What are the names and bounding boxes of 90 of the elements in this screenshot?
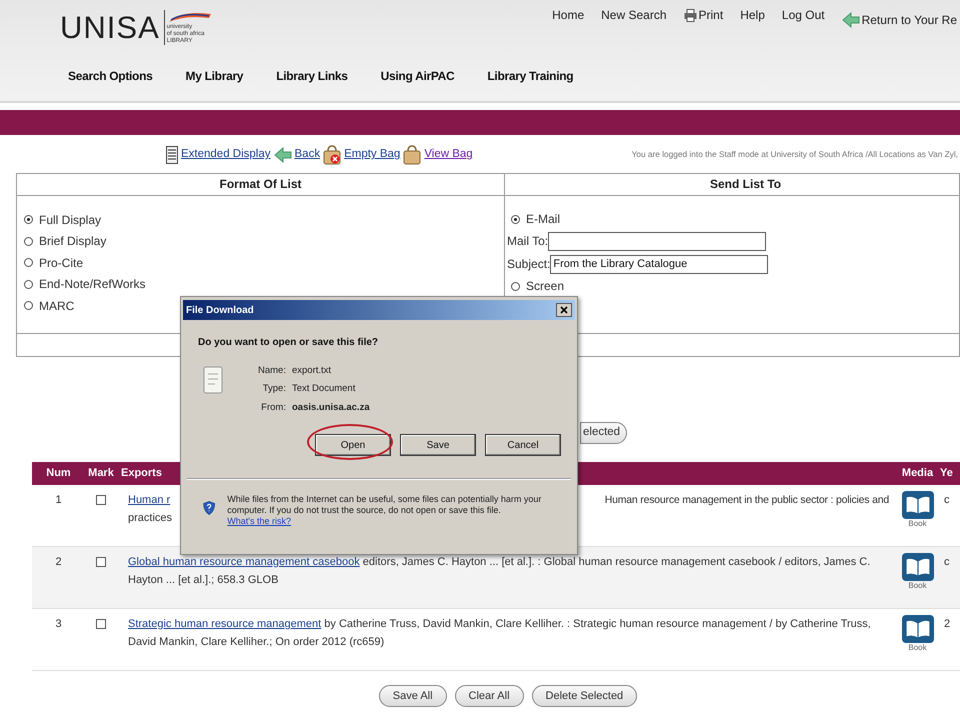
field-label: Mail To: [507,233,548,250]
left-arrow-icon [842,12,860,28]
detail-label: From: [260,400,286,414]
radio-button[interactable] [24,280,33,288]
title-link[interactable]: Human r [128,491,170,509]
row-number: 2 [54,555,63,570]
radio-label: End-Note/RefWorks [39,276,146,293]
dialog-question: Do you want to open or save this file? [198,336,380,350]
column-heading: Format Of List [17,174,505,195]
login-status: You are logged into the Staff mode at University of South Africa /All Locations as Van Zyl, [632,148,958,160]
column-header: Ye [940,466,954,482]
media-label: Book [908,581,927,591]
left-arrow-icon [274,147,292,163]
field-label: Subject: [507,256,550,273]
media-label: Book [908,519,927,529]
radio-button[interactable] [511,214,520,224]
top-link[interactable]: Log Out [782,6,825,24]
bag-icon [403,145,422,165]
dialog-button[interactable]: Save [400,434,476,456]
logo-wordmark: UNISA [60,10,160,46]
close-button[interactable] [556,303,572,317]
row-number: 3 [54,617,63,632]
top-link[interactable]: Home [552,6,584,24]
detail-value: Text Document [292,382,356,396]
detail-value: export.txt [292,364,332,378]
radio-label: Full Display [39,212,102,228]
radio-button[interactable] [511,282,520,290]
radio-button[interactable] [24,236,33,246]
action-button[interactable]: Save All [378,685,447,707]
mark-checkbox[interactable] [96,619,106,629]
radio-button[interactable] [24,258,33,267]
title-link[interactable]: Strategic human resource management [128,618,322,630]
radio-button[interactable] [24,215,33,224]
toolbar-link[interactable]: Empty Bag [323,145,400,165]
partial-button[interactable]: elected [580,422,628,444]
top-link[interactable]: Return to Your Re [842,11,957,29]
printer-icon [684,8,697,22]
top-link[interactable]: New Search [601,6,667,24]
book-icon [902,615,934,643]
dialog-title: File Download [186,304,254,318]
text-file-icon [203,366,223,394]
nav-link[interactable]: Using AirPAC [380,67,454,85]
column-header: Exports [120,466,163,482]
nav-link[interactable]: Library Links [276,67,348,85]
toolbar-link[interactable]: View Bag [403,145,473,165]
detail-label: Type: [262,382,286,396]
risk-link[interactable]: What's the risk? [227,516,292,526]
column-header: Media [900,466,934,482]
column-header: Num [45,466,72,482]
record-description: Global human resource management casebook editors, James C. Hayton ... [et al.]. : Global human resource management casebook / editors, James C. Hayton ... [et al.].; 658.3 GLOB [128,555,872,588]
top-link[interactable]: Help [740,6,765,24]
book-icon [902,491,934,519]
radio-label: Pro-Cite [39,254,84,272]
mark-checkbox[interactable] [96,495,106,505]
radio-label: E-Mail [526,211,560,228]
table-cell-text: 2 [943,617,952,632]
record-description: Strategic human resource management by Catherine Truss, David Mankin, Clare Kelliher. : Strategic human resource management / by Catherine Truss, David Mankin, Clare Kelliher.; On order 2012 (rc659) [128,617,872,650]
book-icon [902,553,934,581]
row-number: 1 [54,493,63,508]
text-field[interactable] [548,232,766,250]
toolbar-link[interactable]: Back [274,146,320,164]
table-cell-text: c [943,493,950,508]
nav-link[interactable]: My Library [186,67,244,85]
text-field[interactable]: From the Library Catalogue [550,254,768,274]
table-cell-text: c [943,555,950,570]
top-link[interactable]: Print [684,6,724,24]
mark-checkbox[interactable] [96,557,106,567]
record-description: practices [128,511,172,526]
close-icon [560,306,568,314]
bag-remove-icon [323,145,342,165]
radio-label: MARC [39,298,74,314]
media-label: Book [908,643,927,653]
toolbar-link[interactable]: Extended Display [166,146,270,164]
warning-text: While files from the Internet can be useful, some files can potentially harm your computer. If you do not trust the source, do not open or save this file. What's the risk? [227,494,542,528]
action-button[interactable]: Clear All [454,685,524,707]
nav-link[interactable]: Search Options [68,67,152,85]
radio-button[interactable] [24,301,33,310]
title-link[interactable]: Global human resource management casebook [128,556,360,568]
radio-label: Screen [526,278,564,295]
detail-value: oasis.unisa.ac.za [292,400,370,414]
dialog-button[interactable]: Open [315,434,391,456]
action-button[interactable]: Delete Selected [532,685,638,707]
column-header: Mark [87,466,115,482]
detail-label: Name: [258,364,286,378]
document-list-icon [166,146,178,164]
nav-link[interactable]: Library Training [487,67,574,85]
dialog-button[interactable]: Cancel [485,434,561,456]
column-heading: Send List To [709,176,782,193]
record-description: Human resource management in the public sector : policies and [604,493,889,508]
radio-label: Brief Display [39,233,106,250]
